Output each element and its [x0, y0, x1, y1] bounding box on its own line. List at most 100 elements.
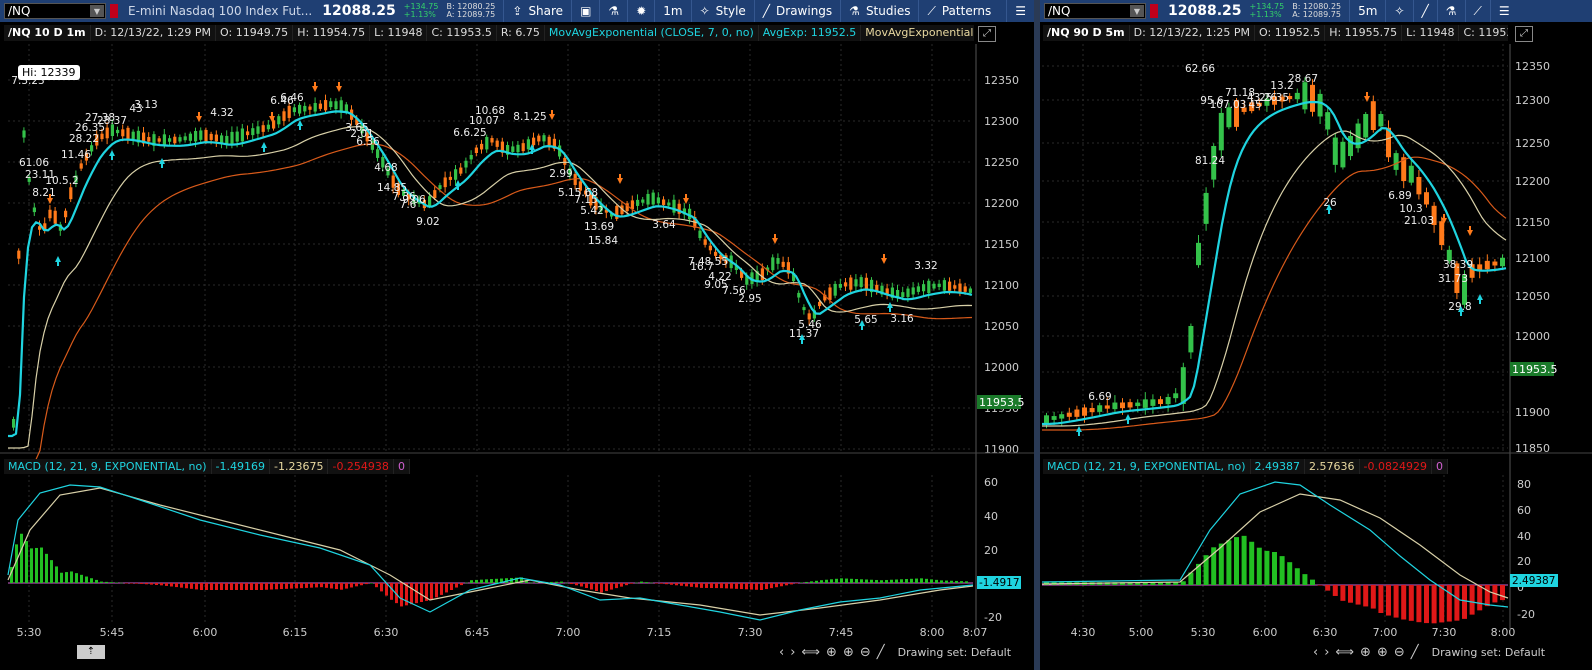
expand-icon[interactable]: ⤢ [1515, 26, 1533, 42]
candle [428, 196, 432, 206]
candle [906, 288, 910, 297]
candle [1120, 402, 1125, 409]
time-axis-label: 6:00 [1253, 626, 1278, 639]
charts-canvas[interactable]: 5:30 5:45 6:00 6:15 6:30 6:45 7:00 7:15 7:30 7:45… [0, 0, 1592, 670]
candle [1127, 402, 1133, 408]
drawings-button[interactable]: ╱ [1412, 0, 1437, 22]
candle [246, 131, 250, 136]
candle [230, 131, 234, 145]
macd-histogram-bar [1112, 582, 1118, 585]
link-badge-icon[interactable] [1150, 4, 1158, 18]
collapse-button[interactable]: ⇡ [77, 645, 105, 659]
settings-button[interactable]: ✹ [627, 0, 654, 22]
sell-arrow-icon [683, 194, 689, 204]
pan-icon[interactable]: ⟺ [801, 645, 820, 660]
macd-histogram-bar [435, 583, 438, 598]
scroll-right-icon[interactable]: › [1324, 645, 1329, 660]
link-badge-icon[interactable] [110, 4, 118, 18]
macd-histogram-bar [715, 583, 718, 589]
macd-histogram-bar [280, 583, 283, 590]
bar-date: D: 12/13/22, 1:29 PM [90, 25, 217, 41]
timeframe-button[interactable]: 1m [654, 0, 690, 22]
expand-icon[interactable]: ⤢ [978, 26, 996, 42]
macd-histogram-bar [225, 583, 228, 590]
zoom-in-icon[interactable]: ⊕ [1377, 645, 1388, 660]
bar-open: O: 11949.75 [216, 25, 294, 41]
candle [890, 287, 894, 298]
high-label: Hi: 12339 [18, 65, 80, 80]
macd-histogram-bar [1135, 582, 1141, 585]
macd-study-label[interactable]: MACD (12, 21, 9, EXPONENTIAL, no) [4, 458, 212, 474]
macd-histogram-bar [370, 583, 373, 584]
scroll-left-icon[interactable]: ‹ [779, 645, 784, 660]
studies-button[interactable]: ⚗ Studies [840, 0, 918, 22]
candle [324, 100, 328, 111]
symbol-input[interactable]: /NQ ▼ [1044, 3, 1146, 19]
flask-button[interactable]: ⚗ [599, 0, 627, 22]
patterns-icon: ⟋ [1473, 3, 1482, 18]
candle [433, 190, 437, 199]
macd-histogram-bar [190, 583, 193, 589]
candle [360, 124, 364, 134]
time-axis-label: 7:15 [647, 626, 672, 639]
drawing-set-label[interactable]: Drawing set: Default [1432, 646, 1545, 659]
candle [53, 210, 57, 224]
macd-histogram-bar [1454, 585, 1460, 621]
symbol-input[interactable]: /NQ ▼ [4, 3, 106, 19]
macd-histogram-bar [170, 583, 173, 587]
menu-button[interactable]: ☰ [1489, 0, 1518, 22]
zoom-out-icon[interactable]: ⊖ [860, 645, 871, 660]
pan-icon[interactable]: ⟺ [1335, 645, 1354, 660]
patterns-button[interactable]: ⟋ [1464, 0, 1490, 22]
macd-histogram-bar [1446, 585, 1452, 622]
scroll-left-icon[interactable]: ‹ [1313, 645, 1318, 660]
crosshair-icon[interactable]: ⊕ [1360, 645, 1371, 660]
patterns-button[interactable]: ⟋ Patterns [918, 0, 999, 22]
candle [932, 283, 936, 289]
crosshair-icon[interactable]: ⊕ [826, 645, 837, 660]
panel-divider[interactable] [1034, 0, 1040, 670]
macd-histogram-bar [70, 571, 73, 583]
candle [802, 307, 806, 311]
ema21-legend[interactable]: MovAvgExponential (CLOSE, 21, 0,... [861, 25, 974, 41]
draw-icon[interactable]: ╱ [1411, 645, 1419, 660]
draw-icon[interactable]: ╱ [877, 645, 885, 660]
drawings-button[interactable]: ╱ Drawings [753, 0, 840, 22]
studies-button[interactable]: ⚗ [1436, 0, 1465, 22]
macd-histogram-bar [630, 583, 633, 584]
time-axis-label: 4:30 [1071, 626, 1096, 639]
candle [1431, 205, 1437, 225]
macd-study-label[interactable]: MACD (12, 21, 9, EXPONENTIAL, no) [1043, 458, 1251, 474]
candle [298, 104, 302, 114]
macd-histogram-bar [445, 583, 448, 593]
macd-histogram-bar [1386, 585, 1391, 616]
timeframe-button[interactable]: 5m [1349, 0, 1385, 22]
style-button[interactable]: ✧ [1385, 0, 1412, 22]
macd-histogram-bar [1226, 540, 1232, 585]
menu-button[interactable]: ☰ [1006, 0, 1034, 22]
ema7-legend[interactable]: MovAvgExponential (CLOSE, 7, 0, no) [544, 25, 759, 41]
snapshot-button[interactable]: ▣ [571, 0, 599, 22]
bar-value-label: 43.26 [1247, 92, 1277, 104]
bar-value-label: 5.65 [854, 314, 877, 326]
macd-histogram-bar [140, 583, 143, 584]
macd-histogram-bar [1431, 585, 1437, 624]
style-icon: ✧ [699, 4, 710, 18]
bar-value-label: 5.15.68 [558, 187, 598, 199]
scroll-right-icon[interactable]: › [790, 645, 795, 660]
chevron-down-icon[interactable]: ▼ [90, 5, 104, 17]
macd-histogram-bar [570, 583, 573, 585]
style-button[interactable]: ✧ Style [690, 0, 754, 22]
bar-value-label: 9.05 [704, 279, 727, 291]
bar-value-label: 81.24 [1195, 155, 1225, 167]
zoom-out-icon[interactable]: ⊖ [1394, 645, 1405, 660]
drawing-set-label[interactable]: Drawing set: Default [898, 646, 1011, 659]
sell-arrow-icon [312, 82, 318, 92]
candle [365, 132, 369, 142]
macd-histogram-bar [820, 580, 823, 583]
zoom-in-icon[interactable]: ⊕ [843, 645, 854, 660]
chevron-down-icon[interactable]: ▼ [1130, 5, 1144, 17]
change-percent: +1.13% [403, 10, 436, 19]
share-button[interactable]: ⇪ Share [503, 0, 571, 22]
candle [417, 199, 421, 204]
